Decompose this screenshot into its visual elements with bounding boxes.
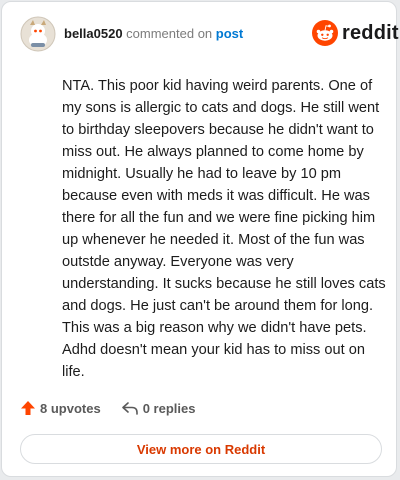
reply-arrow-icon[interactable] — [121, 400, 139, 416]
post-link[interactable]: post — [216, 26, 243, 41]
reddit-brand[interactable]: reddit — [312, 20, 399, 46]
comment-footer: 8 upvotes 0 replies — [20, 400, 195, 416]
avatar[interactable] — [20, 16, 56, 52]
comment-header: bella0520 commented on post — [64, 26, 243, 42]
reddit-wordmark: reddit — [342, 21, 399, 44]
commented-on-label: commented on — [126, 26, 213, 41]
username[interactable]: bella0520 — [64, 26, 123, 41]
upvote-arrow-icon[interactable] — [20, 400, 36, 416]
reddit-logo-icon — [312, 20, 338, 46]
upvote-count: 8 upvotes — [40, 400, 101, 416]
comment-body: NTA. This poor kid having weird parents.… — [62, 78, 386, 380]
view-more-label: View more on Reddit — [136, 441, 266, 457]
view-more-button[interactable]: View more on Reddit — [20, 434, 382, 464]
reply-count: 0 replies — [142, 400, 196, 416]
reddit-comment-card: bella0520 commented on post reddit NTA. … — [1, 1, 399, 477]
